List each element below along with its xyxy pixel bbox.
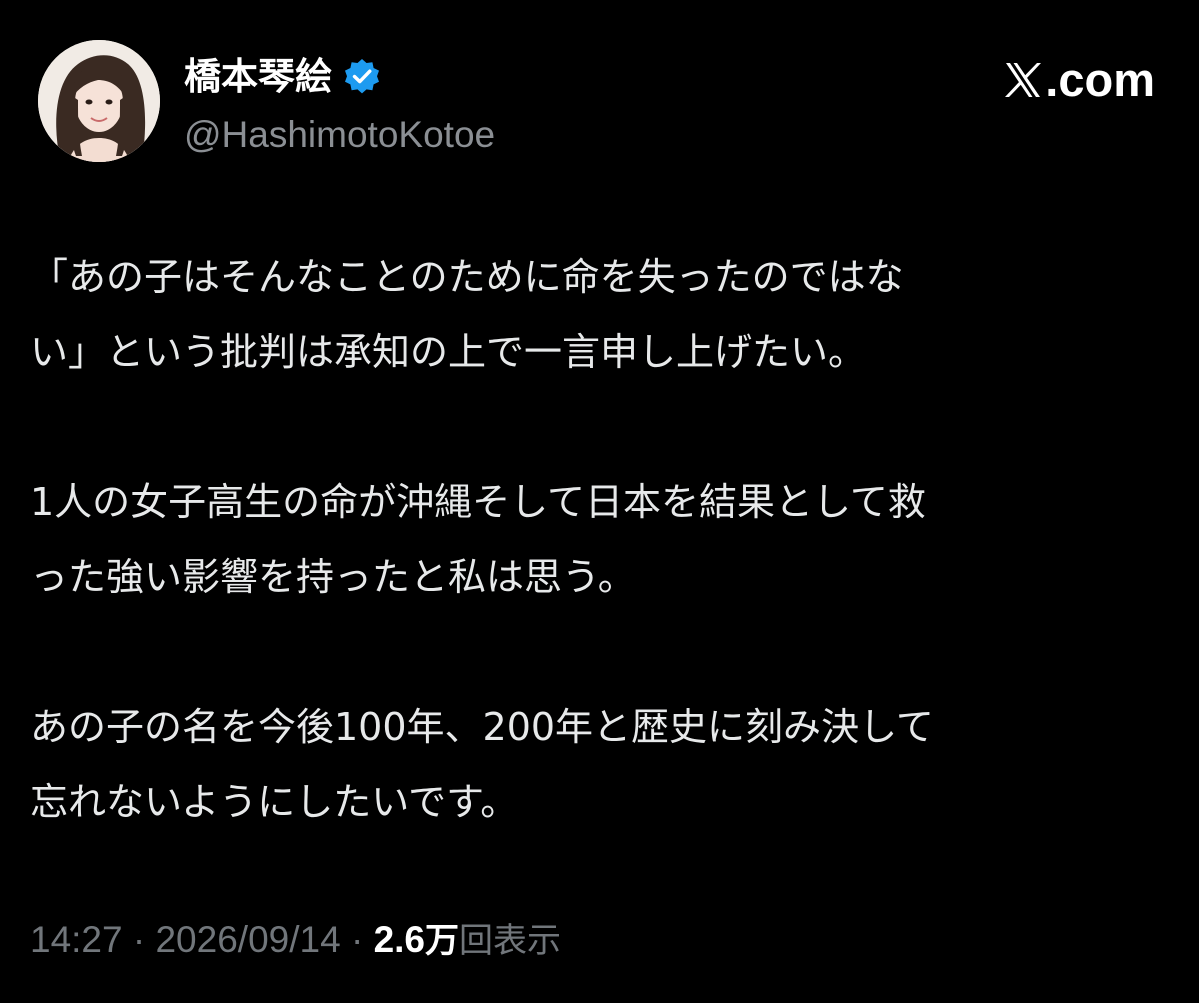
tweet-line: った強い影響を持ったと私は思う。 [30,555,636,599]
tweet-paragraph: 1人の女子高生の命が沖縄そして日本を結果として救 った強い影響を持ったと私は思う… [30,465,1170,615]
tweet-line: 「あの子はそんなことのために命を失ったのではな [30,255,904,299]
post-date[interactable]: 2026/09/14 [155,919,340,960]
avatar[interactable] [38,40,160,162]
tweet-line: 1人の女子高生の命が沖縄そして日本を結果として救 [30,480,926,524]
tweet-line: い」という批判は承知の上で一言申し上げたい。 [30,330,867,374]
profile-photo-avatar [38,40,160,162]
xcom-brand: . com [1003,52,1155,108]
tweet-paragraph: あの子の名を今後100年、200年と歴史に刻み決して 忘れないようにしたいです。 [30,690,1170,840]
views-count: 2.6 [373,919,425,960]
handle[interactable]: @HashimotoKotoe [184,112,495,158]
display-name[interactable]: 橋本琴絵 [184,52,332,102]
post-time[interactable]: 14:27 [30,919,123,960]
tweet-text: 「あの子はそんなことのために命を失ったのではな い」という批判は承知の上で一言申… [30,240,1170,915]
meta-separator: · [122,919,156,960]
tweet-meta: 14:27 · 2026/09/14 · 2.6万回表示 [30,912,561,969]
meta-separator: · [340,919,374,960]
views-unit: 万 [425,921,459,961]
tweet-line: 忘れないようにしたいです。 [30,780,519,824]
tweet-paragraph: 「あの子はそんなことのために命を失ったのではな い」という批判は承知の上で一言申… [30,240,1170,390]
author-name-row: 橋本琴絵 [184,52,382,102]
x-logo-icon [1005,63,1042,97]
tweet-line: あの子の名を今後100年、200年と歴史に刻み決して [30,705,934,749]
verified-badge-icon [345,59,379,94]
views-label: 回表示 [459,921,561,961]
brand-dot: . [1045,53,1059,106]
brand-site-text: com [1058,53,1155,106]
